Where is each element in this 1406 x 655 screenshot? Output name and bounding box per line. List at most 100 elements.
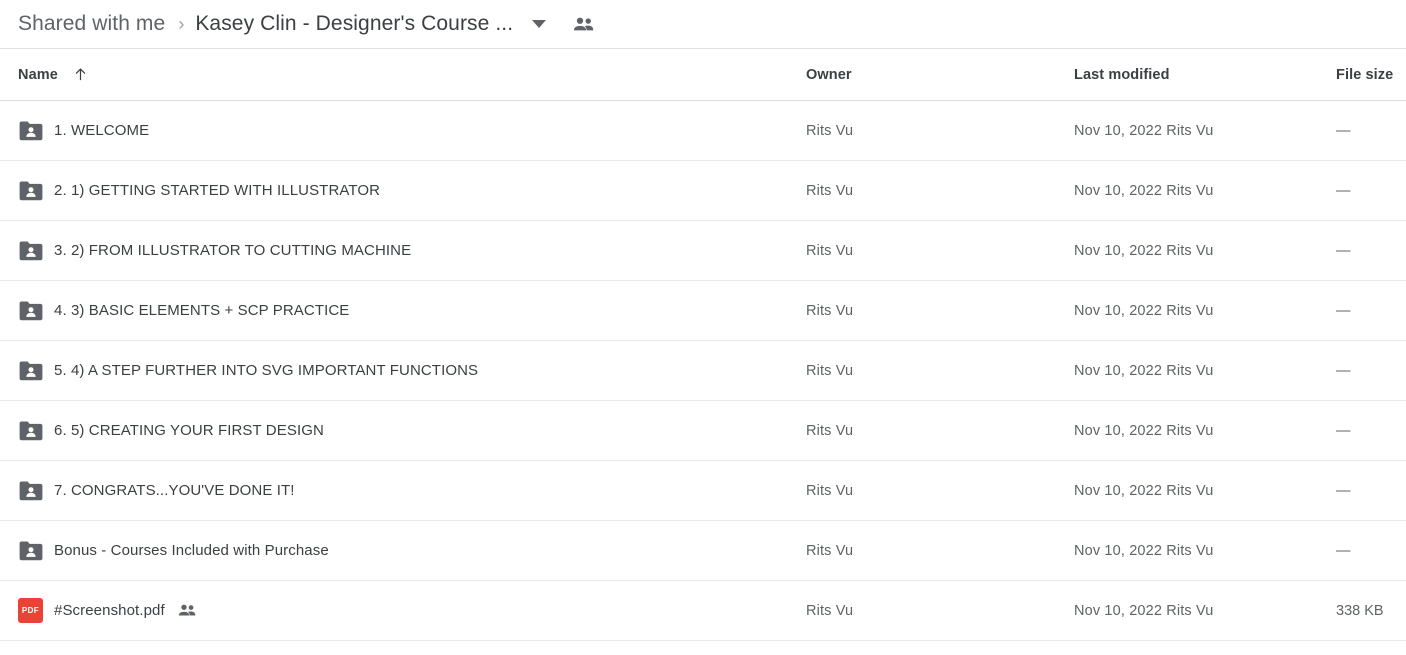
owner-label: Rits Vu [806,242,854,259]
row-file-size-cell: — [1326,542,1406,560]
pdf-icon-badge: PDF [18,598,43,623]
row-name-cell[interactable]: 1. WELCOME [18,120,806,142]
row-last-modified-cell: Nov 10, 2022 Rits Vu [1074,542,1326,560]
row-last-modified-cell: Nov 10, 2022 Rits Vu [1074,302,1326,320]
row-file-size-cell: — [1326,302,1406,320]
row-name-cell[interactable]: 7. CONGRATS...YOU'VE DONE IT! [18,480,806,502]
row-file-size-cell: — [1326,482,1406,500]
row-file-size-cell: 338 KB [1326,602,1406,620]
row-last-modified-cell: Nov 10, 2022 Rits Vu [1074,122,1326,140]
owner-label: Rits Vu [806,542,854,559]
file-name-label: 5. 4) A STEP FURTHER INTO SVG IMPORTANT … [54,362,479,379]
column-header-name-label: Name [18,66,58,83]
table-row[interactable]: Bonus - Courses Included with Purchase R… [0,521,1406,581]
file-size-label: — [1336,182,1351,199]
owner-label: Rits Vu [806,482,854,499]
last-modified-label: Nov 10, 2022 Rits Vu [1074,122,1214,139]
column-header-name[interactable]: Name [18,67,806,83]
row-owner-cell: Rits Vu [806,602,1074,620]
column-header-file-size[interactable]: File size [1326,67,1406,83]
column-header-file-size-label: File size [1336,66,1394,83]
shared-folder-icon [18,480,54,502]
file-size-label: — [1336,362,1351,379]
shared-folder-icon [18,120,54,142]
row-owner-cell: Rits Vu [806,122,1074,140]
table-row[interactable]: 3. 2) FROM ILLUSTRATOR TO CUTTING MACHIN… [0,221,1406,281]
owner-label: Rits Vu [806,422,854,439]
row-file-size-cell: — [1326,182,1406,200]
last-modified-label: Nov 10, 2022 Rits Vu [1074,242,1214,259]
table-row[interactable]: 5. 4) A STEP FURTHER INTO SVG IMPORTANT … [0,341,1406,401]
row-owner-cell: Rits Vu [806,302,1074,320]
row-owner-cell: Rits Vu [806,542,1074,560]
file-size-label: — [1336,422,1351,439]
table-row[interactable]: 7. CONGRATS...YOU'VE DONE IT! Rits Vu No… [0,461,1406,521]
file-name-label: 3. 2) FROM ILLUSTRATOR TO CUTTING MACHIN… [54,242,412,259]
breadcrumb-separator-icon: › [178,13,185,34]
table-row[interactable]: 1. WELCOME Rits Vu Nov 10, 2022 Rits Vu … [0,101,1406,161]
file-name-label: Bonus - Courses Included with Purchase [54,542,329,559]
pdf-file-icon: PDF [18,598,54,623]
owner-label: Rits Vu [806,182,854,199]
column-header-owner[interactable]: Owner [806,67,1074,83]
row-last-modified-cell: Nov 10, 2022 Rits Vu [1074,362,1326,380]
table-row[interactable]: 4. 3) BASIC ELEMENTS + SCP PRACTICE Rits… [0,281,1406,341]
owner-label: Rits Vu [806,122,854,139]
table-row[interactable]: 2. 1) GETTING STARTED WITH ILLUSTRATOR R… [0,161,1406,221]
last-modified-label: Nov 10, 2022 Rits Vu [1074,602,1214,619]
file-size-label: — [1336,242,1351,259]
column-header-last-modified[interactable]: Last modified [1074,67,1326,83]
row-name-cell[interactable]: PDF #Screenshot.pdf [18,598,806,623]
shared-folder-icon [18,360,54,382]
row-name-cell[interactable]: 2. 1) GETTING STARTED WITH ILLUSTRATOR [18,180,806,202]
row-file-size-cell: — [1326,122,1406,140]
row-last-modified-cell: Nov 10, 2022 Rits Vu [1074,242,1326,260]
row-name-cell[interactable]: 3. 2) FROM ILLUSTRATOR TO CUTTING MACHIN… [18,240,806,262]
row-owner-cell: Rits Vu [806,422,1074,440]
row-last-modified-cell: Nov 10, 2022 Rits Vu [1074,482,1326,500]
people-icon[interactable] [573,17,594,32]
file-name-label: #Screenshot.pdf [54,602,165,619]
table-body: 1. WELCOME Rits Vu Nov 10, 2022 Rits Vu … [0,101,1406,641]
shared-folder-icon [18,420,54,442]
row-owner-cell: Rits Vu [806,362,1074,380]
file-name-label: 2. 1) GETTING STARTED WITH ILLUSTRATOR [54,182,381,199]
breadcrumb-parent[interactable]: Shared with me [18,12,165,36]
owner-label: Rits Vu [806,302,854,319]
file-name-label: 7. CONGRATS...YOU'VE DONE IT! [54,482,295,499]
shared-folder-icon [18,180,54,202]
file-name-label: 6. 5) CREATING YOUR FIRST DESIGN [54,422,324,439]
file-size-label: — [1336,482,1351,499]
chevron-down-icon[interactable] [532,20,547,28]
breadcrumb-current-folder[interactable]: Kasey Clin - Designer's Course ... [195,12,513,36]
row-last-modified-cell: Nov 10, 2022 Rits Vu [1074,422,1326,440]
row-name-cell[interactable]: 4. 3) BASIC ELEMENTS + SCP PRACTICE [18,300,806,322]
arrow-up-icon[interactable] [73,67,88,82]
table-row[interactable]: PDF #Screenshot.pdf Rits Vu Nov 10, 2022… [0,581,1406,641]
last-modified-label: Nov 10, 2022 Rits Vu [1074,422,1214,439]
last-modified-label: Nov 10, 2022 Rits Vu [1074,302,1214,319]
row-owner-cell: Rits Vu [806,242,1074,260]
breadcrumb-bar: Shared with me › Kasey Clin - Designer's… [0,0,1406,49]
shared-folder-icon [18,240,54,262]
last-modified-label: Nov 10, 2022 Rits Vu [1074,362,1214,379]
file-name-label: 4. 3) BASIC ELEMENTS + SCP PRACTICE [54,302,350,319]
file-size-label: 338 KB [1336,602,1384,619]
row-name-cell[interactable]: Bonus - Courses Included with Purchase [18,540,806,562]
table-header-row: Name Owner Last modified File size [0,49,1406,101]
row-owner-cell: Rits Vu [806,182,1074,200]
owner-label: Rits Vu [806,602,854,619]
row-name-cell[interactable]: 5. 4) A STEP FURTHER INTO SVG IMPORTANT … [18,360,806,382]
file-size-label: — [1336,542,1351,559]
row-name-cell[interactable]: 6. 5) CREATING YOUR FIRST DESIGN [18,420,806,442]
last-modified-label: Nov 10, 2022 Rits Vu [1074,542,1214,559]
last-modified-label: Nov 10, 2022 Rits Vu [1074,482,1214,499]
row-last-modified-cell: Nov 10, 2022 Rits Vu [1074,182,1326,200]
shared-folder-icon [18,300,54,322]
shared-folder-icon [18,540,54,562]
row-file-size-cell: — [1326,362,1406,380]
owner-label: Rits Vu [806,362,854,379]
table-row[interactable]: 6. 5) CREATING YOUR FIRST DESIGN Rits Vu… [0,401,1406,461]
file-size-label: — [1336,302,1351,319]
row-last-modified-cell: Nov 10, 2022 Rits Vu [1074,602,1326,620]
